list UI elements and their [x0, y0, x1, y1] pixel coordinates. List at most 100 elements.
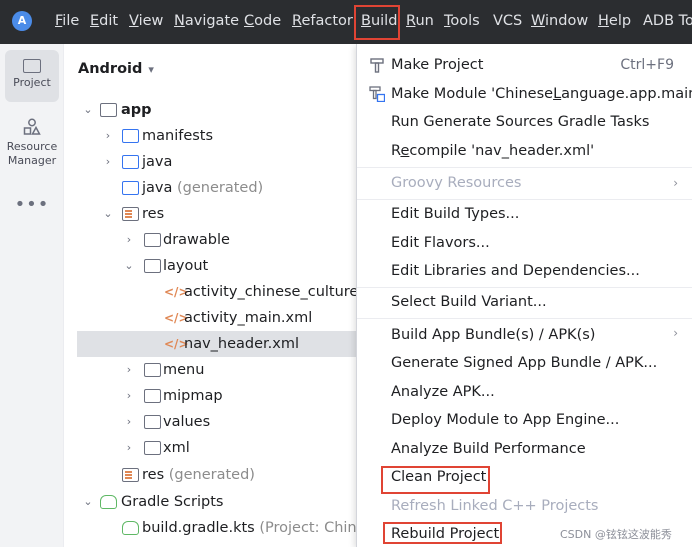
make-project-item[interactable]: Make Project — [391, 52, 483, 78]
select-build-variant-item[interactable]: Select Build Variant... — [391, 289, 547, 315]
main-menubar: A File Edit View Navigate Code Refactor Build R… — [0, 0, 692, 44]
menu-file[interactable]: File — [55, 13, 79, 29]
chevron-right-icon: › — [673, 176, 678, 190]
tree-row-text: java (generated) — [142, 175, 263, 201]
tree-row-label: xml — [163, 440, 190, 456]
more-tools-icon[interactable]: ••• — [5, 194, 59, 215]
chevron-right-icon[interactable]: › — [123, 227, 135, 253]
project-tool-button[interactable]: Project — [5, 50, 59, 102]
tree-row-text: res (generated) — [142, 462, 255, 488]
chevron-right-icon[interactable]: › — [102, 123, 114, 149]
menu-label: elp — [608, 13, 632, 29]
menu-run[interactable]: Run — [406, 13, 434, 29]
tree-row-label: mipmap — [163, 388, 223, 404]
android-studio-logo-icon[interactable]: A — [12, 11, 32, 31]
menu-separator — [357, 167, 692, 168]
chevron-right-icon[interactable]: › — [102, 149, 114, 175]
menu-tools[interactable]: Tools — [444, 13, 480, 29]
tree-row-label: app — [121, 102, 152, 118]
tree-row-label: layout — [163, 258, 209, 274]
menu-vcs[interactable]: VCS — [493, 13, 522, 29]
clean-project-highlight — [381, 466, 490, 494]
folder-icon — [23, 59, 41, 73]
tree-row-text: xml — [163, 435, 190, 461]
build-bundle-apk-item[interactable]: Build App Bundle(s) / APK(s) — [391, 322, 595, 348]
resource-label-line1: Resource — [6, 140, 58, 153]
menu-window[interactable]: Window — [531, 13, 588, 29]
menu-label: efactor — [301, 13, 353, 29]
resource-manager-icon — [23, 118, 41, 136]
tree-row-text: mipmap — [163, 383, 223, 409]
chevron-right-icon[interactable]: › — [123, 357, 135, 383]
menu-label: un — [415, 13, 434, 29]
chevron-down-icon[interactable]: ⌄ — [102, 201, 114, 227]
chevron-right-icon[interactable]: › — [123, 383, 135, 409]
menu-label: ode — [254, 13, 282, 29]
project-view-selector[interactable]: Android ▾ — [78, 61, 154, 77]
tree-row-text: res — [142, 201, 164, 227]
recompile-item[interactable]: Recompile 'nav_header.xml' — [391, 138, 594, 164]
run-generate-sources-item[interactable]: Run Generate Sources Gradle Tasks — [391, 109, 649, 135]
tree-row-label: res — [142, 467, 165, 483]
menu-separator — [357, 318, 692, 319]
edit-libraries-item[interactable]: Edit Libraries and Dependencies... — [391, 258, 640, 284]
tree-row-suffix: (generated) — [172, 180, 264, 196]
make-project-shortcut: Ctrl+F9 — [620, 57, 674, 73]
chevron-right-icon[interactable]: › — [123, 409, 135, 435]
xml-file-icon: </> — [164, 337, 189, 351]
menu-adb-tools[interactable]: ADB To — [643, 13, 692, 29]
refresh-linked-cpp-item: Refresh Linked C++ Projects — [391, 498, 599, 514]
menu-separator — [357, 199, 692, 200]
resource-manager-tool-button[interactable]: Resource Manager — [5, 118, 59, 168]
tree-row-text: drawable — [163, 227, 230, 253]
make-module-text-b: anguage.app.main' — [561, 86, 692, 102]
chevron-down-icon[interactable]: ⌄ — [123, 253, 135, 279]
tree-row-text: Gradle Scripts — [121, 489, 223, 515]
edit-flavors-item[interactable]: Edit Flavors... — [391, 230, 490, 256]
deploy-module-item[interactable]: Deploy Module to App Engine... — [391, 407, 619, 433]
menu-label: dit — [99, 13, 119, 29]
edit-build-types-item[interactable]: Edit Build Types... — [391, 201, 519, 227]
folder-icon — [122, 181, 139, 195]
resource-folder-icon — [122, 207, 139, 221]
tree-row-label: res — [142, 206, 165, 222]
menu-mnemonic: H — [598, 13, 609, 29]
tree-row-label: java — [142, 154, 173, 170]
chevron-down-icon[interactable]: ⌄ — [82, 489, 94, 515]
tree-row-label: manifests — [142, 128, 214, 144]
chevron-right-icon: › — [673, 326, 678, 340]
make-module-item[interactable]: Make Module 'ChineseLanguage.app.main' — [391, 81, 692, 107]
tree-row-nav-header-xml[interactable]: </> nav_header.xml — [77, 331, 367, 357]
folder-icon — [144, 363, 161, 377]
watermark: CSDN @铉铉这波能秀 — [560, 528, 672, 541]
tree-row-text: java — [142, 149, 172, 175]
folder-icon — [144, 233, 161, 247]
menu-view[interactable]: View — [129, 13, 163, 29]
build-menu-dropdown: Make Project Ctrl+F9 Make Module 'Chines… — [356, 44, 692, 547]
tree-row-label: drawable — [163, 232, 230, 248]
build-menu-highlight — [354, 5, 400, 40]
chevron-down-icon: ▾ — [148, 63, 154, 76]
menu-label: avigate — [184, 13, 240, 29]
menu-help[interactable]: Help — [598, 13, 631, 29]
menu-edit[interactable]: Edit — [90, 13, 118, 29]
analyze-build-performance-item[interactable]: Analyze Build Performance — [391, 436, 586, 462]
menu-refactor[interactable]: Refactor — [292, 13, 353, 29]
analyze-apk-item[interactable]: Analyze APK... — [391, 379, 495, 405]
chevron-down-icon[interactable]: ⌄ — [82, 97, 94, 123]
menu-label: ile — [62, 13, 80, 29]
menu-navigate[interactable]: Navigate — [174, 13, 239, 29]
tree-row-label: java — [142, 180, 173, 196]
resource-label-line2: Manager — [7, 154, 57, 167]
recompile-text-b: compile 'nav_header.xml' — [409, 143, 595, 159]
tree-row-text: nav_header.xml — [184, 331, 299, 357]
menu-mnemonic: E — [90, 13, 100, 29]
generate-signed-bundle-item[interactable]: Generate Signed App Bundle / APK... — [391, 350, 657, 376]
menu-mnemonic: W — [531, 13, 546, 29]
tree-row-text: manifests — [142, 123, 213, 149]
tree-row-text: layout — [163, 253, 208, 279]
chevron-right-icon[interactable]: › — [123, 435, 135, 461]
menu-code[interactable]: Code — [244, 13, 281, 29]
xml-file-icon: </> — [164, 285, 189, 299]
gradle-icon — [100, 495, 117, 509]
